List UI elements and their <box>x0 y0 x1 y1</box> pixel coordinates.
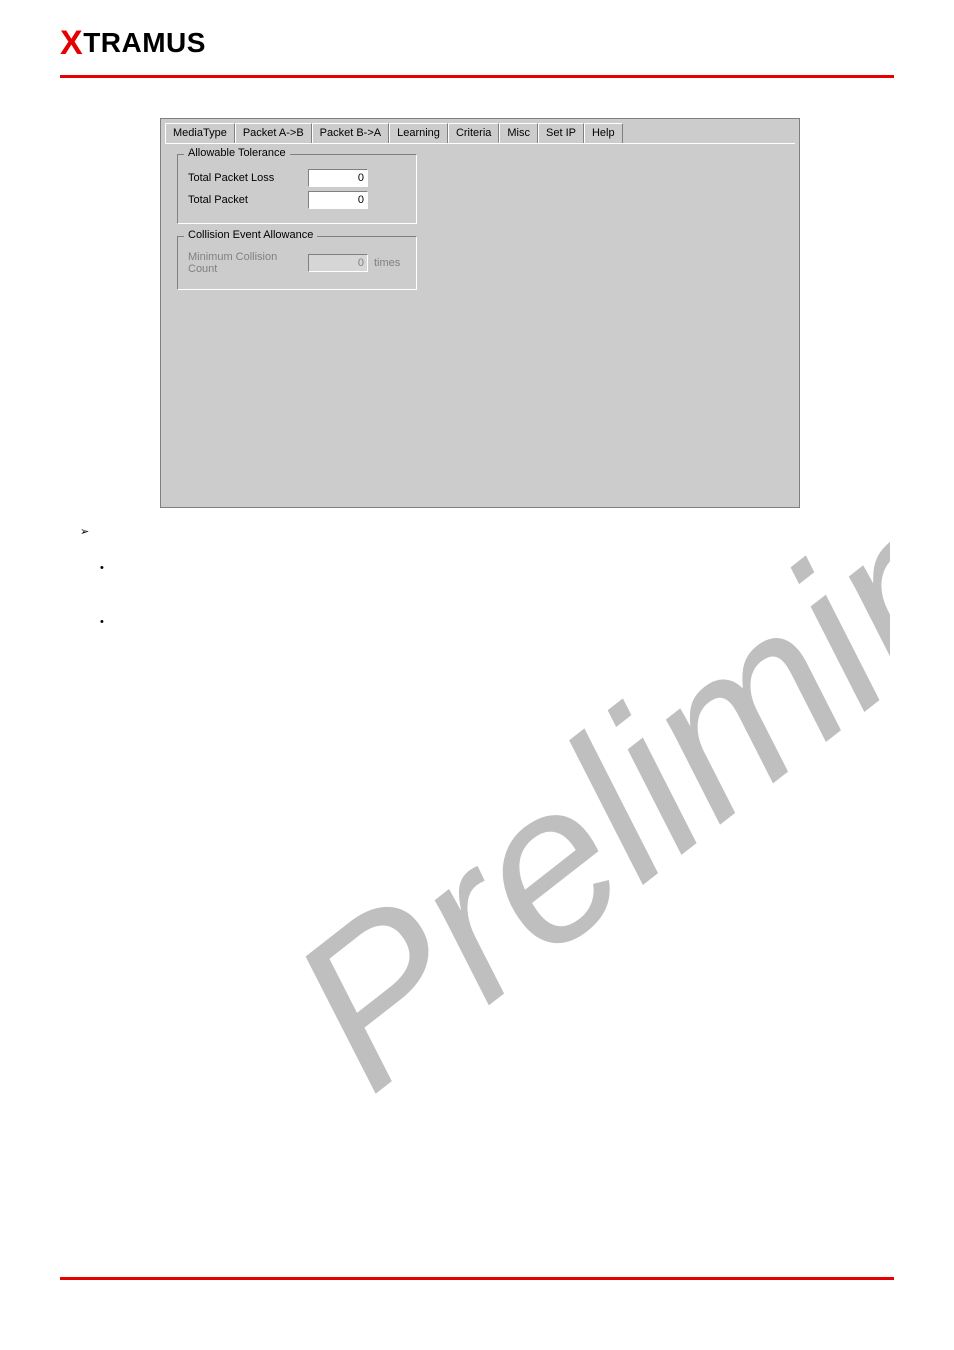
label-min-collision: Minimum Collision Count <box>188 251 308 275</box>
page-header: XTRAMUS <box>0 0 954 71</box>
row-min-collision: Minimum Collision Count times <box>188 251 406 275</box>
bullet-dot-2: • <box>100 616 104 628</box>
suffix-times: times <box>374 257 400 269</box>
input-total-packet[interactable] <box>308 191 368 209</box>
label-total-packet: Total Packet <box>188 194 308 206</box>
tab-body: Allowable Tolerance Total Packet Loss To… <box>165 143 795 312</box>
row-total-packet-loss: Total Packet Loss <box>188 169 406 187</box>
tab-learning[interactable]: Learning <box>389 123 448 143</box>
tab-set-ip[interactable]: Set IP <box>538 123 584 143</box>
tab-packet-ba[interactable]: Packet B->A <box>312 123 389 143</box>
bullet-arrow: ➢ <box>80 525 104 538</box>
input-total-packet-loss[interactable] <box>308 169 368 187</box>
footer-divider <box>60 1277 894 1280</box>
tab-help[interactable]: Help <box>584 123 623 143</box>
settings-panel: MediaType Packet A->B Packet B->A Learni… <box>160 118 800 508</box>
group-title-allowable: Allowable Tolerance <box>184 147 290 159</box>
group-collision-event: Collision Event Allowance Minimum Collis… <box>177 236 417 290</box>
group-allowable-tolerance: Allowable Tolerance Total Packet Loss To… <box>177 154 417 224</box>
tab-strip: MediaType Packet A->B Packet B->A Learni… <box>161 119 799 143</box>
group-title-collision: Collision Event Allowance <box>184 229 317 241</box>
label-total-packet-loss: Total Packet Loss <box>188 172 308 184</box>
tab-misc[interactable]: Misc <box>499 123 538 143</box>
row-total-packet: Total Packet <box>188 191 406 209</box>
tab-criteria[interactable]: Criteria <box>448 123 499 143</box>
logo: XTRAMUS <box>60 24 894 63</box>
logo-rest: TRAMUS <box>83 27 206 58</box>
bullet-dot-1: • <box>100 562 104 574</box>
input-min-collision <box>308 254 368 272</box>
bullet-list: ➢ • • <box>80 525 104 670</box>
tab-mediatype[interactable]: MediaType <box>165 123 235 143</box>
tab-packet-ab[interactable]: Packet A->B <box>235 123 312 143</box>
logo-x: X <box>60 24 83 62</box>
